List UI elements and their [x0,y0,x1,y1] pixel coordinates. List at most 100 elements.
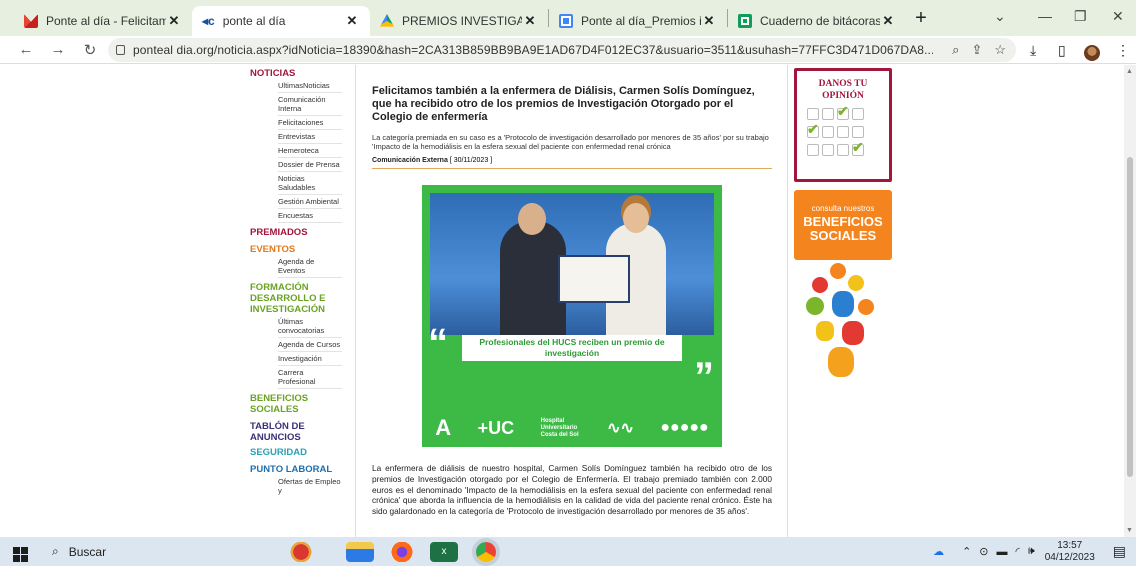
tab-docs[interactable]: Ponte al día_Premios inv ✕ [549,6,727,36]
drive-icon [380,14,394,27]
opinion-widget[interactable]: DANOS TU OPINIÓN [794,68,892,182]
nav-item-gestion-ambiental[interactable]: Gestión Ambiental [278,195,342,209]
location-icon[interactable]: ⊙ [979,545,988,558]
nav-noticias[interactable]: NOTICIAS [250,68,342,79]
tab-search-icon[interactable]: ⌄ [994,8,1006,25]
tab-title: PREMIOS INVESTIGACIÓ [402,14,522,28]
excel-icon[interactable]: x [430,541,458,562]
nav-item-carrera-profesional[interactable]: Carrera Profesional [278,366,342,389]
checkbox-icon [822,144,834,156]
opinion-title: DANOS TU OPINIÓN [818,79,868,101]
article-category[interactable]: Comunicación Externa [372,157,448,164]
file-explorer-icon[interactable] [346,541,374,562]
sas-logo-icon: ∿∿ [607,420,634,437]
close-icon[interactable]: ✕ [880,13,896,29]
nav-punto-laboral[interactable]: PUNTO LABORAL [250,464,342,475]
checkbox-icon [822,126,834,138]
nav-item-felicitaciones[interactable]: Felicitaciones [278,116,342,130]
nav-item-ultimas-convocatorias[interactable]: Últimas convocatorias [278,315,342,338]
system-tray: ☁ ⌃ ⊙ ▬ ◜ 🕪 13:57 04/12/2023 ▤ [933,537,1136,566]
nav-item-hemeroteca[interactable]: Hemeroteca [278,144,342,158]
tab-gmail[interactable]: Ponte al día - Felicitamos ✕ [14,6,192,36]
nav-item-entrevistas[interactable]: Entrevistas [278,130,342,144]
firefox-icon[interactable] [388,541,416,562]
notification-icon[interactable]: ▤ [1113,543,1126,560]
taskbar-search[interactable]: ⌕ Buscar [40,537,215,566]
hospital-name-logo: Hospital Universitario Costa del Sol [540,417,579,438]
award-photo-scene [430,193,714,335]
checkbox-icon [807,144,819,156]
tab-ponte-al-dia[interactable]: ◂c ponte al día ✕ [192,6,370,36]
share-icon[interactable]: ⇪ [971,42,982,58]
checkbox-icon [837,126,849,138]
widget-icon[interactable] [287,541,315,562]
nav-formacion[interactable]: FORMACIÓN DESARROLLO E INVESTIGACIÓN [250,282,342,315]
people-figures-illustration [802,263,886,383]
tab-premios[interactable]: PREMIOS INVESTIGACIÓ ✕ [370,6,548,36]
weather-icon[interactable]: ☁ [933,545,944,558]
back-icon[interactable]: ← [14,41,38,58]
beneficios-sociales-banner[interactable]: consulta nuestros BENEFICIOS SOCIALES [794,190,892,260]
forward-icon[interactable]: → [46,41,70,58]
nav-item-ofertas-empleo[interactable]: Ofertas de Empleo y [278,475,342,497]
page-scrollbar[interactable]: ▲ ▼ [1124,65,1136,537]
close-icon[interactable]: ✕ [344,13,360,29]
nav-item-agenda-eventos[interactable]: Agenda de Eventos [278,255,342,278]
nav-eventos[interactable]: EVENTOS [250,244,342,255]
close-icon[interactable]: ✕ [522,13,538,29]
nav-item-investigacion[interactable]: Investigación [278,352,342,366]
restore-icon[interactable]: ❐ [1074,8,1087,25]
nav-item-noticias-saludables[interactable]: Noticias Saludables [278,172,342,195]
browser-toolbar: ← → ↻ ponteal dia.org/noticia.aspx?idNot… [0,36,1136,64]
scrollbar-thumb[interactable] [1127,157,1133,477]
tab-title: ponte al día [222,14,286,28]
nav-item-comunicacion-interna[interactable]: Comunicación Interna [278,93,342,116]
nav-item-encuestas[interactable]: Encuestas [278,209,342,223]
nav-premiados[interactable]: PREMIADOS [250,227,342,238]
nav-tablon-anuncios[interactable]: TABLÓN DE ANUNCIOS [250,421,342,443]
scroll-up-icon[interactable]: ▲ [1126,68,1133,75]
nav-item-agenda-cursos[interactable]: Agenda de Cursos [278,338,342,352]
nav-item-ultimas-noticias[interactable]: UltimasNoticias [278,79,342,93]
article-summary: La categoría premiada en su caso es a 'P… [372,133,769,151]
lock-icon [116,45,125,55]
nav-beneficios-sociales[interactable]: BENEFICIOS SOCIALES [250,393,342,415]
avatar[interactable] [1084,45,1100,61]
photo-caption: Profesionales del HUCS reciben un premio… [462,335,682,361]
chevron-up-icon[interactable]: ⌃ [962,545,971,558]
menu-icon[interactable]: ⋮ [1116,42,1130,59]
nav-item-dossier-prensa[interactable]: Dossier de Prensa [278,158,342,172]
window-close-icon[interactable]: ✕ [1112,8,1124,25]
volume-icon[interactable]: 🕪 [1028,545,1035,558]
side-panel-icon[interactable]: ▯ [1058,42,1066,59]
close-icon[interactable]: ✕ [166,13,182,29]
windows-taskbar: ⌕ Buscar x ☁ ⌃ ⊙ ▬ ◜ 🕪 13:57 04/12/2023 … [0,537,1136,566]
benef-title: BENEFICIOS SOCIALES [803,214,883,243]
new-tab-button[interactable]: + [906,7,936,30]
reload-icon[interactable]: ↻ [78,41,102,59]
tab-title: Ponte al día_Premios inv [581,14,701,28]
wifi-icon[interactable]: ◜ [1016,545,1020,558]
start-button[interactable] [0,541,40,562]
address-bar[interactable]: ponteal dia.org/noticia.aspx?idNoticia=1… [108,38,1016,62]
checkbox-icon [852,108,864,120]
chrome-icon[interactable] [476,541,496,562]
article-date: [ 30/11/2023 ] [449,157,493,164]
battery-icon[interactable]: ▬ [997,546,1008,558]
rating-row-2 [807,121,889,138]
tab-sheets[interactable]: Cuaderno de bitácoras R ✕ [728,6,906,36]
scroll-down-icon[interactable]: ▼ [1126,527,1133,534]
article-headline: Felicitamos también a la enfermera de Di… [372,85,755,123]
download-icon[interactable]: ⤓ [1030,42,1036,59]
zoom-icon[interactable]: ⌕ [952,42,959,58]
taskbar-clock[interactable]: 13:57 04/12/2023 [1045,540,1095,564]
tab-strip: Ponte al día - Felicitamos ✕ ◂c ponte al… [0,0,1136,36]
certificate-image [558,255,630,303]
nav-seguridad[interactable]: SEGURIDAD [250,447,342,458]
bookmark-star-icon[interactable]: ☆ [994,42,1006,58]
minimize-icon[interactable]: — [1038,8,1052,24]
close-icon[interactable]: ✕ [701,13,717,29]
news-article: Felicitamos también a la enfermera de Di… [372,65,772,516]
checkbox-icon [852,126,864,138]
sheets-icon [738,14,752,28]
